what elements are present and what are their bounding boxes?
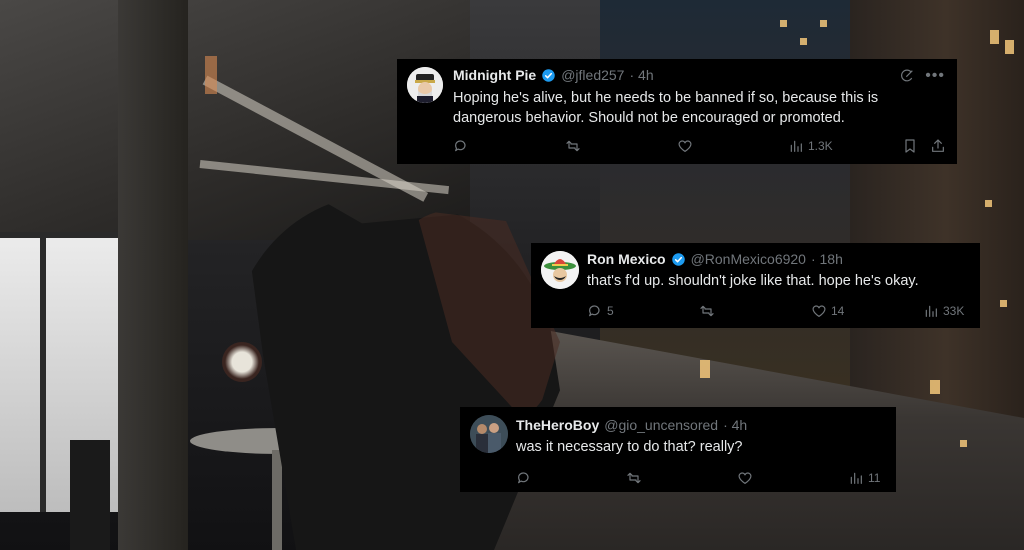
- views-button[interactable]: 11: [848, 470, 880, 486]
- retweet-button[interactable]: [565, 138, 585, 154]
- timestamp[interactable]: · 4h: [723, 417, 747, 433]
- door-frame: [40, 232, 46, 512]
- group-photo-avatar-icon: [470, 415, 508, 453]
- tweet-card[interactable]: Ron Mexico @RonMexico6920 · 18h that's f…: [531, 243, 980, 328]
- views-button[interactable]: 33K: [923, 303, 964, 319]
- retweet-button[interactable]: [699, 303, 719, 319]
- tweet-header: Midnight Pie @jfled257 · 4h: [453, 67, 654, 83]
- display-name[interactable]: Midnight Pie: [453, 67, 536, 83]
- chair: [70, 440, 110, 550]
- tweet-text: Hoping he's alive, but he needs to be ba…: [453, 88, 948, 128]
- bookmark-icon: [902, 138, 918, 154]
- views-icon: [788, 138, 804, 154]
- timestamp[interactable]: · 4h: [629, 67, 653, 83]
- views-icon: [923, 303, 939, 319]
- tweet-text-line: that's f'd up. shouldn't joke like that.…: [587, 273, 919, 289]
- flowers: [222, 342, 262, 382]
- table-leg: [272, 450, 282, 550]
- lit-window: [780, 20, 787, 27]
- tweet-top-actions: •••: [899, 68, 945, 84]
- lit-window: [985, 200, 992, 207]
- like-button[interactable]: 14: [811, 303, 844, 319]
- reply-icon: [453, 138, 469, 154]
- tweet-text: that's f'd up. shouldn't joke like that.…: [587, 271, 972, 291]
- view-count: 1.3K: [808, 139, 833, 153]
- share-button[interactable]: [930, 138, 946, 154]
- share-icon: [930, 138, 946, 154]
- user-handle[interactable]: @jfled257: [561, 67, 624, 83]
- reply-count: 5: [607, 304, 614, 318]
- user-avatar[interactable]: [470, 415, 508, 453]
- view-count: 33K: [943, 304, 965, 318]
- lit-window: [1005, 40, 1014, 54]
- lit-window: [820, 20, 827, 27]
- grok-icon[interactable]: [899, 68, 915, 84]
- lit-window: [700, 360, 710, 378]
- lit-window: [930, 380, 940, 394]
- heart-icon: [677, 138, 693, 154]
- verified-badge-icon: [671, 252, 685, 266]
- lit-window: [205, 56, 217, 94]
- user-avatar[interactable]: [541, 251, 579, 289]
- views-button[interactable]: 1.3K: [788, 138, 833, 154]
- retweet-icon: [699, 303, 715, 319]
- tweet-card[interactable]: TheHeroBoy @gio_uncensored · 4h was it n…: [460, 407, 896, 492]
- door-frame: [0, 232, 118, 238]
- balcony-pillar: [118, 0, 188, 550]
- user-handle[interactable]: @RonMexico6920: [691, 251, 806, 267]
- more-options-icon[interactable]: •••: [925, 68, 945, 84]
- retweet-button[interactable]: [626, 470, 646, 486]
- display-name[interactable]: TheHeroBoy: [516, 417, 599, 433]
- retweet-icon: [626, 470, 642, 486]
- tweet-text: was it necessary to do that? really?: [516, 437, 886, 457]
- tweet-card[interactable]: Midnight Pie @jfled257 · 4h ••• Hoping h…: [397, 59, 957, 164]
- view-count: 11: [868, 471, 881, 485]
- reply-icon: [587, 303, 603, 319]
- user-handle[interactable]: @gio_uncensored: [604, 417, 718, 433]
- tweet-header: Ron Mexico @RonMexico6920 · 18h: [587, 251, 843, 267]
- timestamp[interactable]: · 18h: [811, 251, 843, 267]
- views-icon: [848, 470, 864, 486]
- heart-icon: [811, 303, 827, 319]
- tweet-header: TheHeroBoy @gio_uncensored · 4h: [516, 417, 747, 433]
- verified-badge-icon: [542, 68, 555, 82]
- tweet-text-line: dangerous behavior. Should not be encour…: [453, 110, 845, 126]
- like-count: 14: [831, 304, 845, 318]
- tweet-text-line: Hoping he's alive, but he needs to be ba…: [453, 90, 879, 106]
- lit-window: [800, 38, 807, 45]
- heart-icon: [737, 470, 753, 486]
- like-button[interactable]: [677, 138, 697, 154]
- captain-avatar-icon: [407, 67, 443, 103]
- reply-button[interactable]: [453, 138, 473, 154]
- retweet-icon: [565, 138, 581, 154]
- lit-window: [960, 440, 967, 447]
- lit-window: [990, 30, 999, 44]
- lit-window: [1000, 300, 1007, 307]
- reply-icon: [516, 470, 532, 486]
- reply-button[interactable]: 5: [587, 303, 614, 319]
- reply-button[interactable]: [516, 470, 536, 486]
- like-button[interactable]: [737, 470, 757, 486]
- user-avatar[interactable]: [407, 67, 443, 103]
- bookmark-button[interactable]: [902, 138, 918, 154]
- tweet-text-line: was it necessary to do that? really?: [516, 439, 743, 455]
- display-name[interactable]: Ron Mexico: [587, 251, 666, 267]
- sombrero-avatar-icon: [541, 251, 579, 289]
